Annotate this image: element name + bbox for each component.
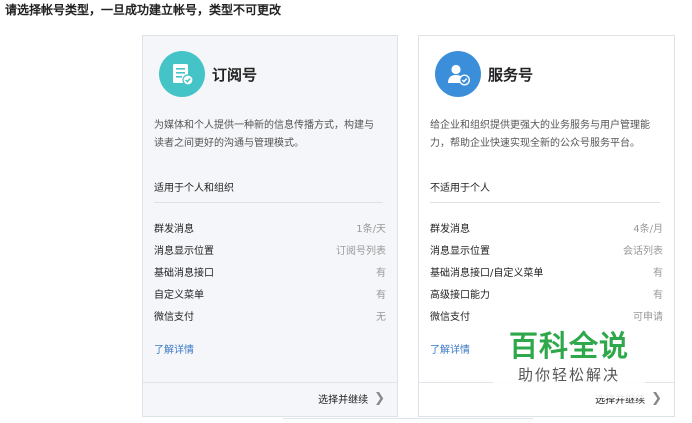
subscription-card-header: 订阅号: [159, 50, 257, 98]
feature-label: 微信支付: [430, 312, 470, 323]
feature-value: 有: [376, 290, 386, 301]
service-description: 给企业和组织提供更强大的业务服务与用户管理能力，帮助企业快速实现全新的公众号服务…: [430, 120, 650, 149]
divider: [430, 202, 660, 203]
feature-row: 基础消息接口 有: [154, 263, 386, 285]
divider: [143, 382, 397, 383]
feature-label: 群发消息: [430, 224, 470, 235]
subscription-title: 订阅号: [212, 65, 258, 84]
chevron-right-icon: ❯: [374, 391, 385, 406]
feature-row: 消息显示位置 会话列表: [430, 241, 663, 263]
page-title: 请选择帐号类型，一旦成功建立帐号，类型不可更改: [5, 3, 282, 17]
feature-label: 消息显示位置: [154, 246, 214, 257]
subscription-feature-list: 群发消息 1条/天 消息显示位置 订阅号列表 基础消息接口有 自定义菜单有 微信支付…: [154, 219, 386, 329]
feature-value: 1条/天: [356, 224, 386, 235]
select-continue-button[interactable]: 选择并继续 ❯: [318, 391, 385, 406]
watermark: 百科全说 助你轻松解决: [493, 326, 645, 398]
feature-value: 订阅号列表: [336, 246, 386, 257]
feature-row: 微信支付 无: [154, 307, 386, 329]
feature-label: 基础消息接口/自定义菜单: [430, 268, 544, 279]
user-check-icon: [435, 51, 481, 97]
feature-row: 高级接口能力 有: [430, 285, 663, 307]
feature-label: 消息显示位置: [430, 246, 490, 257]
feature-row: 群发消息 4条/月: [430, 219, 663, 241]
subscription-card[interactable]: 订阅号 为媒体和个人提供一种新的信息传播方式，构建与读者之间更好的沟通与管理模式…: [142, 35, 398, 417]
feature-label: 微信支付: [154, 312, 194, 323]
feature-value: 有: [653, 290, 663, 301]
watermark-slogan: 助你轻松解决: [517, 366, 620, 384]
feature-value: 4条/月: [633, 224, 663, 235]
select-continue-label: 选择并继续: [318, 395, 369, 406]
feature-label: 群发消息: [154, 224, 194, 235]
service-suitability: 不适用于个人: [430, 183, 490, 194]
feature-row: 群发消息 1条/天: [154, 219, 386, 241]
feature-value: 无: [376, 312, 386, 323]
divider: [154, 202, 383, 203]
subscription-suitability: 适用于个人和组织: [154, 183, 234, 194]
divider: [283, 418, 533, 419]
feature-label: 基础消息接口: [154, 268, 214, 279]
service-feature-list: 群发消息 4条/月 消息显示位置 会话列表 基础消息接口/自定义菜单有 高级接口能力…: [430, 219, 663, 329]
service-card-header: 服务号: [435, 50, 533, 98]
feature-row: 消息显示位置 订阅号列表: [154, 241, 386, 263]
service-title: 服务号: [488, 65, 534, 84]
feature-value: 有: [653, 268, 663, 279]
feature-label: 自定义菜单: [154, 290, 204, 301]
feature-value: 有: [376, 268, 386, 279]
feature-row: 自定义菜单 有: [154, 285, 386, 307]
learn-more-link[interactable]: 了解详情: [154, 341, 194, 356]
learn-more-link[interactable]: 了解详情: [430, 341, 470, 356]
chevron-right-icon: ❯: [651, 391, 662, 406]
feature-value: 会话列表: [623, 246, 663, 257]
feature-row: 基础消息接口/自定义菜单 有: [430, 263, 663, 285]
feature-label: 高级接口能力: [430, 290, 490, 301]
watermark-brand: 百科全说: [508, 329, 629, 363]
document-check-icon: [159, 51, 205, 97]
subscription-description: 为媒体和个人提供一种新的信息传播方式，构建与读者之间更好的沟通与管理模式。: [154, 120, 374, 149]
